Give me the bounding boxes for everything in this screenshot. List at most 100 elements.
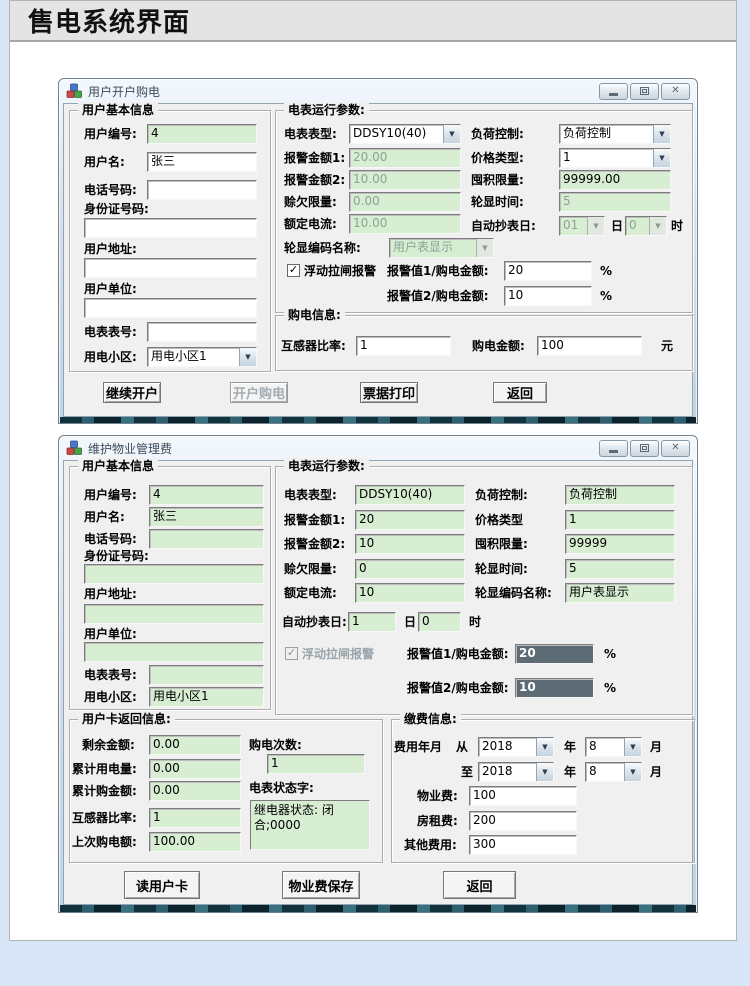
hoard-limit-field: 99999	[565, 534, 675, 554]
restore-button[interactable]	[630, 440, 659, 457]
chevron-down-icon[interactable]: ▼	[624, 738, 641, 756]
alarm-ratio1-field[interactable]: 20	[504, 261, 592, 281]
phone-field[interactable]	[147, 180, 257, 200]
rent-fee-label: 房租费:	[417, 811, 458, 831]
alarm-amount1-label: 报警金额1:	[284, 510, 345, 530]
minimize-button[interactable]	[599, 440, 628, 457]
load-control-field: 负荷控制	[565, 485, 675, 505]
cycle-time-field: 5	[559, 192, 671, 212]
group-basic-info: 用户基本信息 用户编号: 4 用户名: 张三 电话号码: 身份证号码: 用户地址…	[69, 110, 271, 372]
chevron-down-icon[interactable]: ▼	[624, 763, 641, 781]
unit-field[interactable]	[84, 298, 257, 318]
auto-read-day-field: 1	[348, 612, 396, 632]
minimize-button[interactable]	[599, 83, 628, 100]
district-label: 用电小区:	[84, 687, 137, 707]
phone-label: 电话号码:	[84, 180, 137, 200]
address-field[interactable]	[84, 258, 257, 278]
alarm-amount1-field: 20.00	[349, 148, 461, 168]
chevron-down-icon[interactable]: ▼	[649, 217, 666, 235]
district-select[interactable]: 用电小区1 ▼	[147, 347, 257, 367]
app-cubes-icon	[66, 440, 82, 456]
rotate-code-label: 轮显编码名称:	[284, 238, 361, 258]
from-year-select[interactable]: 2018 ▼	[478, 737, 554, 757]
to-year-select[interactable]: 2018 ▼	[478, 762, 554, 782]
chevron-down-icon[interactable]: ▼	[239, 348, 256, 366]
group-basic-info: 用户基本信息 用户编号: 4 用户名: 张三 电话号码: 身份证号码: 用户地址…	[69, 466, 271, 710]
price-type-select[interactable]: 1 ▼	[559, 148, 671, 168]
cum-usage-field: 0.00	[149, 759, 241, 779]
chevron-down-icon[interactable]: ▼	[653, 149, 670, 167]
chevron-down-icon[interactable]: ▼	[536, 763, 553, 781]
rated-current-field: 10	[355, 583, 465, 603]
chevron-down-icon[interactable]: ▼	[587, 217, 604, 235]
cum-amount-label: 累计购金额:	[72, 781, 137, 801]
load-control-select[interactable]: 负荷控制 ▼	[559, 124, 671, 144]
cycle-time-field: 5	[565, 559, 675, 579]
alarm-ratio1-field: 20	[515, 644, 594, 664]
dialog-title: 用户开户购电	[88, 83, 593, 100]
hoard-limit-field[interactable]: 99999.00	[559, 170, 671, 190]
group-meter-params: 电表运行参数: 电表表型: DDSY10(40) 负荷控制: 负荷控制 报警金额…	[275, 466, 693, 715]
purchase-amount-label: 购电金额:	[472, 336, 525, 356]
meter-status-label: 电表状态字:	[249, 778, 314, 798]
back-button[interactable]: 返回	[443, 871, 516, 899]
dialog-client-area: 用户基本信息 用户编号: 4 用户名: 张三 电话号码: 身份证号码: 用户地址…	[63, 103, 693, 417]
purchase-amount-field[interactable]: 100	[537, 336, 642, 356]
back-button[interactable]: 返回	[493, 382, 547, 403]
meter-no-label: 电表表号:	[84, 665, 137, 685]
load-control-label: 负荷控制:	[475, 485, 528, 505]
meter-no-field[interactable]	[147, 322, 257, 342]
year-suffix-label: 年	[564, 737, 576, 757]
month-suffix-label: 月	[650, 762, 662, 782]
print-ticket-button[interactable]: 票据打印	[360, 382, 418, 403]
restore-button[interactable]	[630, 83, 659, 100]
alarm-ratio2-field[interactable]: 10	[504, 286, 592, 306]
auto-read-label: 自动抄表日:	[282, 612, 347, 632]
price-type-label: 价格类型:	[471, 148, 524, 168]
rotate-code-label: 轮显编码名称:	[475, 583, 552, 603]
id-card-field[interactable]	[84, 218, 257, 238]
minimize-icon	[609, 93, 618, 96]
from-month-select[interactable]: 8 ▼	[585, 737, 642, 757]
read-card-button[interactable]: 读用户卡	[124, 871, 200, 899]
chevron-down-icon[interactable]: ▼	[443, 125, 460, 143]
alarm-amount2-field: 10.00	[349, 170, 461, 190]
rent-fee-field[interactable]: 200	[469, 811, 577, 831]
meter-no-field	[149, 665, 264, 685]
user-name-field[interactable]: 张三	[147, 152, 257, 172]
price-type-field: 1	[565, 510, 675, 530]
restore-icon	[640, 444, 649, 452]
id-card-label: 身份证号码:	[84, 546, 149, 566]
group-purchase-info-legend: 购电信息:	[284, 307, 345, 323]
auto-read-day-select[interactable]: 01 ▼	[559, 216, 605, 236]
dialog-property-fee: 维护物业管理费 ✕ 用户基本信息 用户编号: 4 用户名: 张三 电话号码: 身…	[58, 435, 698, 913]
group-payment-info: 缴费信息: 费用年月 从 2018 ▼ 年 8 ▼ 月 至 2018 ▼ 年	[391, 719, 695, 863]
user-id-field[interactable]: 4	[147, 124, 257, 144]
save-fee-button[interactable]: 物业费保存	[282, 871, 360, 899]
district-label: 用电小区:	[84, 347, 137, 367]
group-card-return-info-legend: 用户卡返回信息:	[78, 711, 175, 727]
district-field: 用电小区1	[149, 687, 264, 707]
alarm-ratio2-field: 10	[515, 678, 594, 698]
chevron-down-icon[interactable]: ▼	[653, 125, 670, 143]
meter-type-select[interactable]: DDSY10(40) ▼	[349, 124, 461, 144]
auto-read-hour-select[interactable]: 0 ▼	[625, 216, 667, 236]
user-id-label: 用户编号:	[84, 124, 137, 144]
chevron-down-icon[interactable]: ▼	[536, 738, 553, 756]
meter-type-field: DDSY10(40)	[355, 485, 465, 505]
close-button[interactable]: ✕	[661, 83, 690, 100]
other-fee-field[interactable]: 300	[469, 835, 577, 855]
chevron-down-icon: ▼	[476, 239, 493, 257]
hoard-limit-label: 囤积限量:	[471, 170, 524, 190]
close-button[interactable]: ✕	[661, 440, 690, 457]
continue-open-button[interactable]: 继续开户	[103, 382, 161, 403]
rated-current-field: 10.00	[349, 214, 461, 234]
credit-limit-label: 赊欠限量:	[284, 192, 337, 212]
property-fee-field[interactable]: 100	[469, 786, 577, 806]
ct-ratio-field[interactable]: 1	[356, 336, 451, 356]
group-basic-info-legend: 用户基本信息	[78, 458, 158, 474]
alarm-amount1-label: 报警金额1:	[284, 148, 345, 168]
float-alarm-checkbox[interactable]: ✓	[287, 264, 300, 277]
to-month-select[interactable]: 8 ▼	[585, 762, 642, 782]
rotate-code-field: 用户表显示	[565, 583, 675, 603]
